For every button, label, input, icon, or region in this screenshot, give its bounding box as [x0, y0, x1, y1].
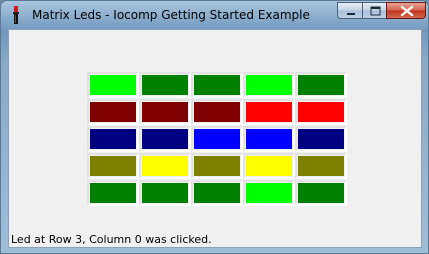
- led-r4-c4[interactable]: [295, 180, 347, 206]
- led-r3-c4[interactable]: [295, 153, 347, 179]
- led-r1-c2[interactable]: [191, 99, 243, 125]
- led-r1-c0[interactable]: [87, 99, 139, 125]
- led-face: [142, 75, 188, 95]
- led-r3-c3[interactable]: [243, 153, 295, 179]
- led-face: [246, 75, 292, 95]
- maximize-icon: [370, 6, 381, 16]
- led-r3-c2[interactable]: [191, 153, 243, 179]
- led-face: [246, 183, 292, 203]
- led-r2-c1[interactable]: [139, 126, 191, 152]
- led-r0-c2[interactable]: [191, 72, 243, 98]
- led-r4-c3[interactable]: [243, 180, 295, 206]
- led-face: [194, 183, 240, 203]
- led-face: [90, 129, 136, 149]
- led-face: [194, 102, 240, 122]
- led-face: [142, 156, 188, 176]
- led-r2-c2[interactable]: [191, 126, 243, 152]
- led-face: [90, 75, 136, 95]
- window-title: Matrix Leds - Iocomp Getting Started Exa…: [32, 8, 310, 22]
- led-face: [246, 156, 292, 176]
- led-face: [246, 102, 292, 122]
- client-area: Led at Row 3, Column 0 was clicked.: [8, 29, 422, 248]
- led-face: [194, 156, 240, 176]
- led-face: [90, 156, 136, 176]
- led-r3-c1[interactable]: [139, 153, 191, 179]
- led-r0-c4[interactable]: [295, 72, 347, 98]
- led-face: [298, 129, 344, 149]
- led-face: [194, 75, 240, 95]
- app-window: Matrix Leds - Iocomp Getting Started Exa…: [0, 0, 429, 254]
- led-face: [90, 183, 136, 203]
- led-r3-c0[interactable]: [87, 153, 139, 179]
- led-face: [298, 183, 344, 203]
- led-face: [246, 129, 292, 149]
- led-r2-c0[interactable]: [87, 126, 139, 152]
- title-bar[interactable]: Matrix Leds - Iocomp Getting Started Exa…: [1, 1, 428, 28]
- led-face: [142, 129, 188, 149]
- led-face: [298, 102, 344, 122]
- paintbrush-icon[interactable]: [8, 6, 24, 24]
- led-r0-c0[interactable]: [87, 72, 139, 98]
- led-r0-c3[interactable]: [243, 72, 295, 98]
- led-r4-c0[interactable]: [87, 180, 139, 206]
- led-face: [142, 183, 188, 203]
- led-r2-c4[interactable]: [295, 126, 347, 152]
- minimize-button[interactable]: [337, 2, 363, 19]
- led-r1-c4[interactable]: [295, 99, 347, 125]
- led-r0-c1[interactable]: [139, 72, 191, 98]
- close-icon: [400, 5, 414, 17]
- led-r2-c3[interactable]: [243, 126, 295, 152]
- led-r1-c3[interactable]: [243, 99, 295, 125]
- led-face: [194, 129, 240, 149]
- maximize-button[interactable]: [362, 2, 387, 19]
- led-face: [298, 156, 344, 176]
- minimize-icon: [347, 13, 355, 15]
- close-button[interactable]: [386, 2, 426, 19]
- led-r1-c1[interactable]: [139, 99, 191, 125]
- status-text: Led at Row 3, Column 0 was clicked.: [11, 233, 212, 246]
- led-face: [298, 75, 344, 95]
- led-face: [90, 102, 136, 122]
- led-r4-c2[interactable]: [191, 180, 243, 206]
- led-r4-c1[interactable]: [139, 180, 191, 206]
- led-face: [142, 102, 188, 122]
